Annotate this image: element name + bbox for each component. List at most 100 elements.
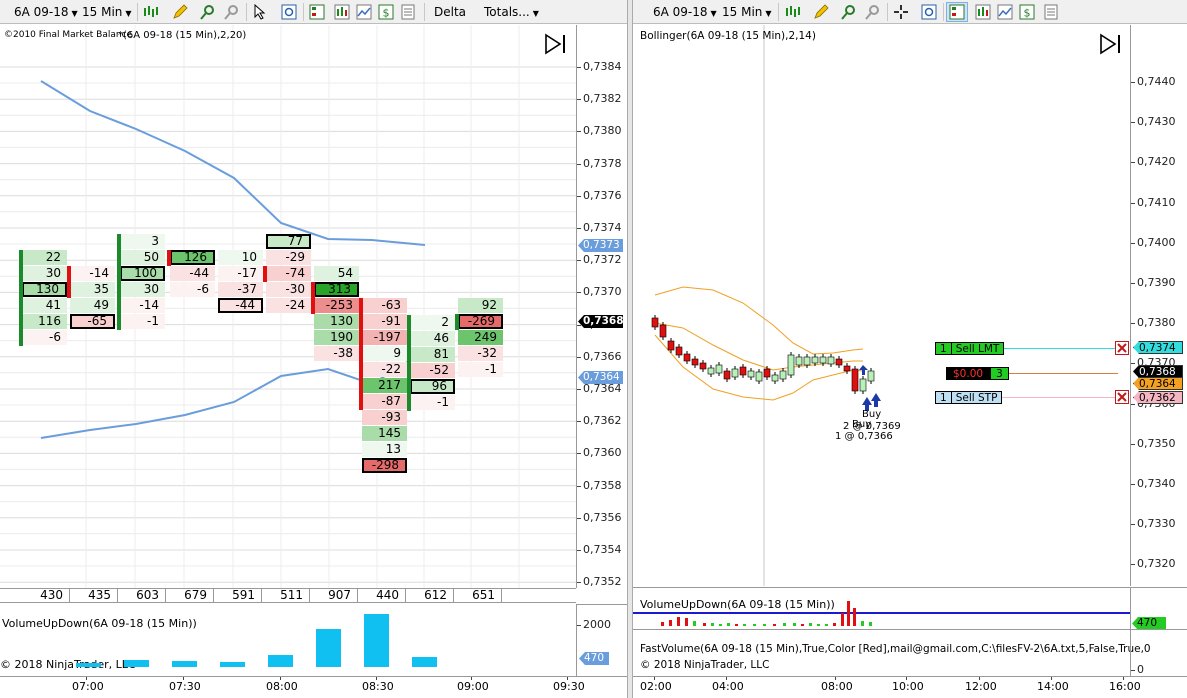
cancel-order-icon[interactable] (1115, 341, 1129, 355)
time-tick (86, 677, 87, 680)
strategies-icon[interactable] (997, 4, 1013, 20)
footprint-cell: -298 (362, 458, 407, 473)
volume-marker: 470 (579, 652, 609, 665)
order-quantity[interactable]: 1 (935, 391, 952, 404)
interval-label: 15 Min (722, 5, 763, 19)
data-box-icon[interactable] (921, 4, 937, 20)
volume-bar (841, 613, 844, 626)
price-tick-label: 0,7380 (583, 124, 622, 138)
time-axis[interactable]: 02:00 04:00 08:00 10:00 12:00 14:00 16:00 (633, 676, 1187, 698)
interval-selector[interactable]: 15 Min ▼ (82, 3, 132, 21)
footprint-cell: -30 (266, 282, 311, 297)
price-tick-label: 0,7384 (583, 60, 622, 73)
candle (723, 370, 731, 380)
order-quantity[interactable]: 1 (935, 342, 952, 355)
pencil-icon[interactable] (172, 4, 188, 20)
price-tick-label: 0,7330 (1137, 517, 1176, 531)
indicators-icon[interactable] (334, 4, 350, 20)
price-marker: 0,7373 (578, 239, 623, 252)
properties-icon[interactable] (400, 4, 416, 20)
dollar-icon[interactable]: $ (1019, 4, 1035, 20)
price-tick (1131, 242, 1135, 244)
totals-dropdown[interactable]: Totals... ▼ (484, 3, 539, 21)
chart-style-icon[interactable] (785, 4, 801, 20)
dollar-icon[interactable]: $ (378, 4, 394, 20)
time-axis[interactable]: 07:00 07:30 08:00 08:30 09:00 09:30 (0, 676, 627, 698)
interval-selector[interactable]: 15 Min ▼ (722, 3, 772, 21)
volume-panel[interactable]: VolumeUpDown(6A 09-18 (15 Min)) © 2018 N… (0, 605, 576, 674)
sell-limit-order[interactable]: 1 Sell LMT (935, 342, 1005, 355)
volume-bar (833, 623, 836, 626)
footprint-cell: -24 (266, 298, 311, 313)
zoom-in-icon[interactable] (200, 4, 216, 20)
footprint-plot[interactable]: ©2010 Final Market Balance *(6A 09-18 (1… (0, 25, 576, 588)
chart-trader-icon[interactable] (949, 4, 965, 20)
instrument-selector[interactable]: 6A 09-18 ▼ (14, 3, 78, 21)
price-marker: 0,7364 (578, 371, 623, 384)
footprint-cell: -37 (218, 282, 263, 297)
footprint-cell: -17 (218, 266, 263, 281)
price-axis[interactable]: 0,7384 0,7382 0,7380 0,7378 0,7376 0,7374 0,73… (576, 25, 627, 588)
footprint-bar (167, 250, 171, 266)
position-display[interactable]: $0.00 3 (946, 367, 1009, 380)
volume-panel[interactable]: VolumeUpDown(6A 09-18 (15 Min)) FastVolu… (633, 587, 1151, 676)
pencil-icon[interactable] (813, 4, 829, 20)
time-tick (280, 677, 281, 680)
price-tick-label: 0,7356 (583, 510, 622, 524)
candle (787, 354, 795, 376)
instrument-selector[interactable]: 6A 09-18 ▼ (653, 3, 717, 21)
price-tick-label: 0,7382 (583, 92, 622, 106)
zoom-out-icon[interactable] (865, 4, 881, 20)
volume-label: VolumeUpDown(6A 09-18 (15 Min)) (640, 598, 835, 611)
footprint-cell: 35 (70, 282, 115, 297)
footprint-cell: -32 (458, 346, 503, 361)
volume-bar (719, 624, 722, 626)
price-tick-label: 0,7376 (583, 188, 622, 202)
data-box-icon[interactable] (281, 4, 297, 20)
svg-text:$: $ (1024, 7, 1031, 20)
time-tick (979, 677, 980, 680)
chart-trader-icon[interactable] (309, 4, 325, 20)
delta-mode-button[interactable]: Delta (434, 3, 466, 21)
total-cell: 603 (118, 589, 166, 602)
zoom-out-icon[interactable] (224, 4, 240, 20)
order-label[interactable]: Sell STP (951, 391, 1003, 404)
position-quantity[interactable]: 3 (990, 367, 1009, 380)
price-series (651, 286, 881, 411)
order-label[interactable]: Sell LMT (951, 342, 1005, 355)
cancel-order-icon[interactable] (1115, 390, 1129, 404)
time-label: 16:00 (1109, 680, 1141, 693)
sell-stop-order[interactable]: 1 Sell STP (935, 391, 1003, 404)
footprint-cell: -29 (266, 250, 311, 265)
candle (667, 340, 675, 351)
volume-axis: 470 0 (1130, 587, 1187, 676)
zoom-in-icon[interactable] (841, 4, 857, 20)
properties-icon[interactable] (1043, 4, 1059, 20)
time-label: 14:00 (1037, 680, 1069, 693)
strategies-icon[interactable] (356, 4, 372, 20)
footprint-cell: -1 (120, 314, 165, 329)
totals-label: Totals... (484, 5, 530, 19)
volume-bar (172, 661, 197, 667)
toolbar-divider (887, 3, 888, 21)
price-tick (577, 324, 581, 326)
footprint-cell: 116 (22, 314, 67, 329)
price-tick (577, 67, 581, 68)
crosshair-icon[interactable] (893, 4, 909, 20)
cursor-icon[interactable] (252, 4, 268, 20)
price-axis[interactable]: 0,7440 0,7430 0,7420 0,7410 0,7400 0,7390 0,73… (1130, 25, 1187, 586)
volume-bar (743, 624, 746, 626)
bollinger-plot[interactable]: Bollinger(6A 09-18 (15 Min),2,14) Buy Bu… (633, 25, 1130, 586)
indicators-icon[interactable] (975, 4, 991, 20)
candle (739, 366, 747, 376)
chevron-down-icon: ▼ (532, 9, 539, 18)
footprint-bar (263, 266, 267, 282)
price-tick (577, 131, 581, 133)
price-tick (577, 163, 581, 165)
time-label: 08:30 (362, 680, 394, 693)
footprint-bar (407, 315, 411, 411)
chart-style-icon[interactable] (143, 4, 159, 20)
price-tick (1131, 122, 1135, 124)
footprint-bar (117, 234, 121, 330)
footprint-cell: 41 (22, 298, 67, 313)
